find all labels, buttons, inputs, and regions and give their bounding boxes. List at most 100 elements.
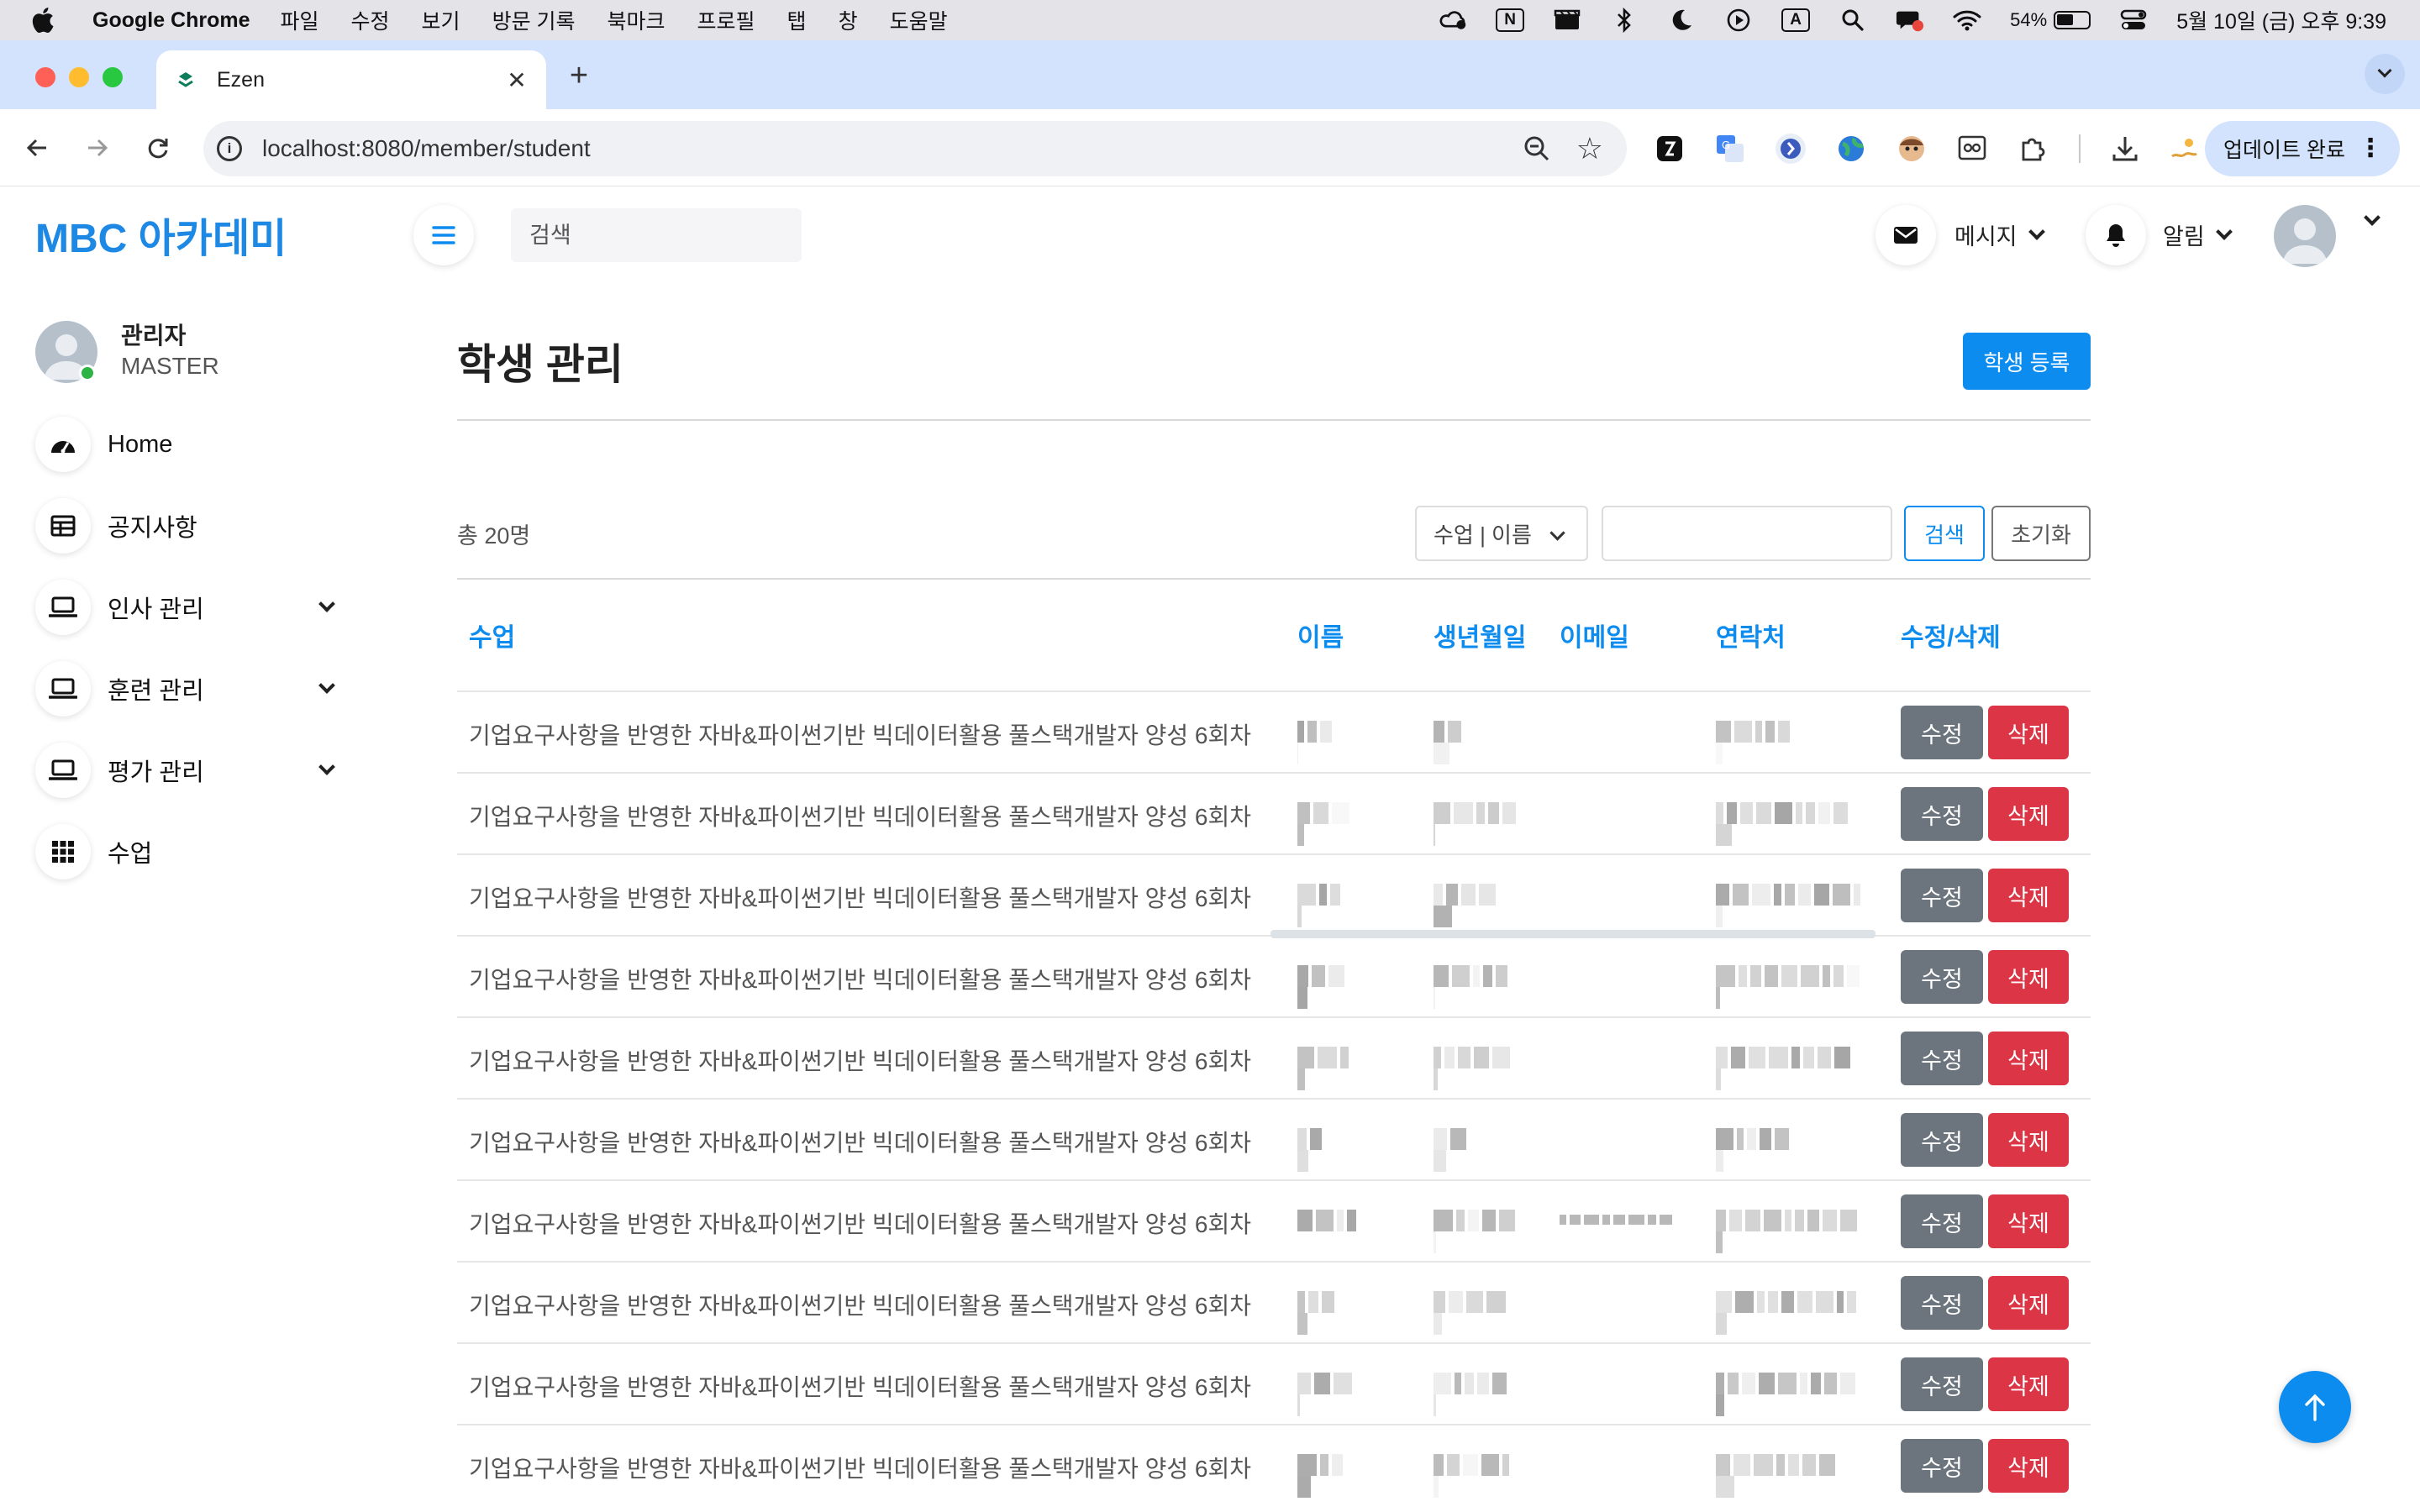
address-bar[interactable]: i localhost:8080/member/student ☆ <box>203 121 1627 176</box>
column-header-email[interactable]: 이메일 <box>1560 617 1629 654</box>
spotlight-icon[interactable] <box>1839 8 1867 33</box>
user-avatar[interactable] <box>2274 205 2336 267</box>
scroll-to-top-button[interactable] <box>2279 1371 2351 1443</box>
delete-button[interactable]: 삭제 <box>1988 1439 2069 1493</box>
menu-help[interactable]: 도움말 <box>890 5 948 35</box>
column-header-name[interactable]: 이름 <box>1297 617 1344 654</box>
window-zoom-icon[interactable] <box>103 67 123 87</box>
messages-dropdown[interactable]: 메시지 <box>1954 218 2045 251</box>
horizontal-scrollbar[interactable] <box>1270 930 1876 938</box>
sidebar-item-evaluation[interactable]: 평가 관리 <box>35 743 338 798</box>
edit-button[interactable]: 수정 <box>1901 706 1983 759</box>
input-source-icon[interactable]: A <box>1781 8 1811 32</box>
delete-button[interactable]: 삭제 <box>1988 1113 2069 1167</box>
bookmark-star-icon[interactable]: ☆ <box>1576 131 1603 166</box>
menu-history[interactable]: 방문 기록 <box>492 5 576 35</box>
apple-icon[interactable] <box>32 8 62 33</box>
moon-icon[interactable] <box>1667 8 1696 33</box>
tab-search-button[interactable] <box>2365 54 2405 94</box>
alerts-dropdown[interactable]: 알림 <box>2163 218 2233 251</box>
register-student-button[interactable]: 학생 등록 <box>1963 333 2091 390</box>
clapper-icon[interactable] <box>1553 8 1581 33</box>
brand-logo[interactable]: MBC 아카데미 <box>35 205 287 264</box>
update-complete-button[interactable]: 업데이트 완료 ⋮ <box>2205 121 2400 176</box>
wifi-icon[interactable] <box>1953 8 1981 33</box>
forward-button[interactable] <box>77 128 118 168</box>
control-center-icon[interactable] <box>2119 8 2148 33</box>
search-button[interactable]: 검색 <box>1904 506 1985 561</box>
chrome-menu-icon[interactable]: ⋮ <box>2358 134 2383 163</box>
ext-reader-icon[interactable] <box>1956 133 1988 165</box>
edit-button[interactable]: 수정 <box>1901 1439 1983 1493</box>
ext-avatar-icon[interactable] <box>1896 133 1928 165</box>
alerts-icon-button[interactable] <box>2086 205 2146 265</box>
menu-tab[interactable]: 탭 <box>787 5 807 35</box>
column-header-birthdate[interactable]: 생년월일 <box>1434 617 1526 654</box>
creative-cloud-icon[interactable] <box>1439 8 1467 33</box>
sidebar-item-training[interactable]: 훈련 관리 <box>35 661 338 717</box>
menubar-datetime[interactable]: 5월 10일 (금) 오후 9:39 <box>2176 5 2386 35</box>
edit-button[interactable]: 수정 <box>1901 1357 1983 1411</box>
edit-button[interactable]: 수정 <box>1901 869 1983 922</box>
messages-icon-button[interactable] <box>1876 205 1936 265</box>
ext-blue-circle-icon[interactable] <box>1775 133 1807 165</box>
delete-button[interactable]: 삭제 <box>1988 869 2069 922</box>
column-header-course[interactable]: 수업 <box>469 617 515 654</box>
download-icon[interactable] <box>2109 133 2141 165</box>
profile-role: MASTER <box>121 353 219 379</box>
edit-button[interactable]: 수정 <box>1901 1113 1983 1167</box>
site-info-icon[interactable]: i <box>217 136 242 161</box>
back-button[interactable] <box>17 128 57 168</box>
menubar-app-name[interactable]: Google Chrome <box>92 8 250 33</box>
window-minimize-icon[interactable] <box>69 67 89 87</box>
delete-button[interactable]: 삭제 <box>1988 1357 2069 1411</box>
address-url[interactable]: localhost:8080/member/student <box>262 135 591 162</box>
battery-indicator[interactable]: 54% <box>2010 9 2091 31</box>
menu-edit[interactable]: 수정 <box>351 5 390 35</box>
menu-bookmarks[interactable]: 북마크 <box>608 5 666 35</box>
phone-cell-blurred <box>1716 1047 1859 1090</box>
edit-button[interactable]: 수정 <box>1901 787 1983 841</box>
edit-button[interactable]: 수정 <box>1901 950 1983 1004</box>
search-type-value: 수업 | 이름 <box>1434 522 1532 548</box>
sidebar-item-notice[interactable]: 공지사항 <box>35 498 338 554</box>
window-close-icon[interactable] <box>35 67 55 87</box>
delete-button[interactable]: 삭제 <box>1988 950 2069 1004</box>
new-tab-button[interactable]: + <box>565 58 593 93</box>
menu-profile[interactable]: 프로필 <box>697 5 755 35</box>
menu-view[interactable]: 보기 <box>422 5 460 35</box>
tab-ezen[interactable]: Ezen ✕ <box>156 50 546 109</box>
ext-swimmer-icon[interactable] <box>2168 133 2200 165</box>
delete-button[interactable]: 삭제 <box>1988 1194 2069 1248</box>
extensions-puzzle-icon[interactable] <box>2017 133 2049 165</box>
ext-globe-icon[interactable] <box>1835 133 1867 165</box>
bluetooth-icon[interactable] <box>1610 8 1639 33</box>
zoom-icon[interactable] <box>1523 134 1551 163</box>
notion-icon[interactable]: N <box>1496 8 1525 32</box>
reload-button[interactable] <box>138 128 178 168</box>
sidebar-item-class[interactable]: 수업 <box>35 824 338 879</box>
column-header-phone[interactable]: 연락처 <box>1716 617 1786 654</box>
delete-button[interactable]: 삭제 <box>1988 1032 2069 1085</box>
sidebar-item-hr[interactable]: 인사 관리 <box>35 580 338 635</box>
google-translate-icon[interactable]: G <box>1714 133 1746 165</box>
sidebar-toggle-button[interactable] <box>413 205 474 265</box>
user-menu-toggle[interactable] <box>2364 209 2381 226</box>
delete-button[interactable]: 삭제 <box>1988 1276 2069 1330</box>
sidebar-item-home[interactable]: Home <box>35 417 338 472</box>
ext-black-icon[interactable] <box>1654 133 1686 165</box>
tab-close-icon[interactable]: ✕ <box>502 66 531 94</box>
edit-button[interactable]: 수정 <box>1901 1194 1983 1248</box>
play-circle-icon[interactable] <box>1724 8 1753 33</box>
search-type-select[interactable]: 수업 | 이름 <box>1415 506 1588 561</box>
notification-icon[interactable] <box>1896 8 1924 33</box>
header-search-input[interactable] <box>511 208 802 262</box>
menu-file[interactable]: 파일 <box>281 5 319 35</box>
student-search-input[interactable] <box>1602 506 1892 561</box>
reset-button[interactable]: 초기화 <box>1991 506 2091 561</box>
delete-button[interactable]: 삭제 <box>1988 787 2069 841</box>
delete-button[interactable]: 삭제 <box>1988 706 2069 759</box>
edit-button[interactable]: 수정 <box>1901 1276 1983 1330</box>
menu-window[interactable]: 창 <box>839 5 858 35</box>
edit-button[interactable]: 수정 <box>1901 1032 1983 1085</box>
